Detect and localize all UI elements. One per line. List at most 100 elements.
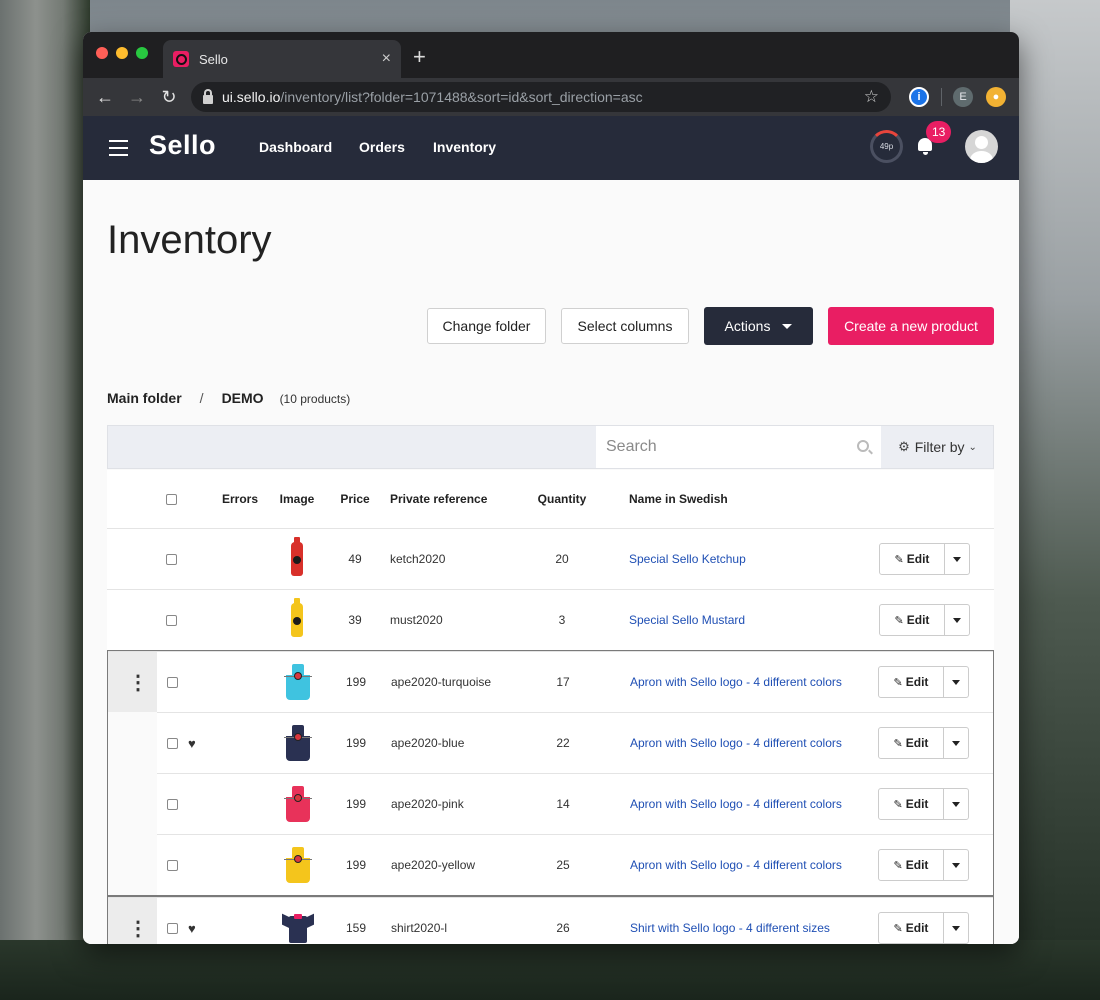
nav-dashboard[interactable]: Dashboard	[259, 139, 332, 155]
edit-button[interactable]: ✎ Edit	[879, 667, 944, 697]
row-checkbox[interactable]	[166, 590, 180, 650]
variant-group: ⋮ ♥ 159 shirt2020-l 26 Shirt with Sello …	[107, 896, 994, 944]
actions-label: Actions	[724, 318, 771, 334]
quantity: 3	[558, 613, 566, 627]
edit-dropdown-toggle[interactable]	[944, 789, 968, 819]
nav-inventory[interactable]: Inventory	[433, 139, 496, 155]
row-checkbox[interactable]	[167, 652, 181, 712]
browser-tab[interactable]: Sello ×	[163, 40, 401, 78]
actions-dropdown-button[interactable]: Actions	[704, 307, 813, 345]
group-menu-dots-icon[interactable]: ⋮	[128, 898, 148, 944]
row-checkbox[interactable]	[167, 774, 178, 834]
row-checkbox[interactable]	[166, 529, 180, 589]
product-image[interactable]	[280, 835, 316, 895]
private-reference: ape2020-blue	[391, 736, 465, 750]
edit-button-group: ✎ Edit	[879, 543, 970, 575]
edit-button[interactable]: ✎ Edit	[879, 850, 944, 880]
edit-dropdown-toggle[interactable]	[945, 544, 969, 574]
edit-button[interactable]: ✎ Edit	[880, 544, 945, 574]
edit-button[interactable]: ✎ Edit	[879, 913, 944, 943]
price: 199	[345, 675, 367, 689]
nav-orders[interactable]: Orders	[359, 139, 405, 155]
product-name-link[interactable]: Apron with Sello logo - 4 different colo…	[630, 797, 842, 811]
product-image[interactable]	[279, 529, 315, 589]
breadcrumb-main-folder[interactable]: Main folder	[107, 390, 182, 406]
ketchup-bottle-icon	[291, 537, 303, 576]
row-checkbox[interactable]	[167, 898, 181, 944]
product-name-link[interactable]: Special Sello Ketchup	[629, 552, 746, 566]
close-tab-icon[interactable]: ×	[382, 50, 391, 68]
row-checkbox[interactable]	[167, 835, 178, 895]
product-image[interactable]	[280, 652, 316, 712]
browser-tab-bar: Sello × +	[83, 32, 1019, 78]
product-name-link[interactable]: Special Sello Mustard	[629, 613, 745, 627]
column-header-name-swedish[interactable]: Name in Swedish	[629, 470, 728, 528]
new-tab-icon[interactable]: +	[413, 44, 426, 70]
notification-count-badge: 13	[926, 121, 952, 143]
column-header-private-reference[interactable]: Private reference	[390, 470, 487, 528]
address-bar[interactable]: ui.sello.io /inventory/list?folder=10714…	[191, 82, 891, 112]
edit-button[interactable]: ✎ Edit	[880, 605, 945, 635]
price: 199	[345, 858, 367, 872]
edit-button[interactable]: ✎ Edit	[879, 789, 944, 819]
browser-toolbar: ← → ↻ ui.sello.io /inventory/list?folder…	[83, 78, 1019, 116]
variant-group: ⋮ 199 ape2020-turquoise 17 Apron with Se…	[107, 650, 994, 896]
edit-dropdown-toggle[interactable]	[944, 667, 968, 697]
back-arrow-icon[interactable]: ←	[89, 87, 121, 108]
private-reference: must2020	[390, 613, 443, 627]
close-window-button[interactable]	[96, 47, 108, 59]
edit-dropdown-toggle[interactable]	[944, 913, 968, 943]
change-folder-button[interactable]: Change folder	[427, 308, 546, 344]
product-name-link[interactable]: Apron with Sello logo - 4 different colo…	[630, 736, 842, 750]
edit-dropdown-toggle[interactable]	[944, 728, 968, 758]
private-reference: shirt2020-l	[391, 921, 448, 935]
apron-turquoise-icon	[284, 664, 312, 700]
table-row: 199 ape2020-yellow 25 Apron with Sello l…	[157, 834, 993, 895]
minimize-window-button[interactable]	[116, 47, 128, 59]
group-menu-dots-icon[interactable]: ⋮	[128, 652, 148, 712]
edit-dropdown-toggle[interactable]	[944, 850, 968, 880]
product-image[interactable]	[280, 713, 316, 773]
column-header-quantity[interactable]: Quantity	[532, 470, 592, 528]
select-all-checkbox[interactable]	[166, 470, 180, 528]
price: 39	[348, 613, 362, 627]
main-variant-heart-icon: ♥	[188, 735, 196, 751]
user-avatar[interactable]	[965, 130, 998, 163]
password-manager-extension-icon[interactable]: i	[909, 87, 929, 107]
edit-button-group: ✎ Edit	[878, 727, 969, 759]
profile-avatar[interactable]: E	[953, 87, 973, 107]
edit-dropdown-toggle[interactable]	[945, 605, 969, 635]
private-reference: ape2020-turquoise	[391, 675, 492, 689]
column-header-price[interactable]: Price	[335, 470, 375, 528]
product-image[interactable]	[280, 774, 316, 834]
extension-icon[interactable]: ●	[986, 87, 1006, 107]
edit-button-group: ✎ Edit	[878, 849, 969, 881]
usage-gauge[interactable]: 49p	[870, 130, 903, 163]
menu-hamburger-icon[interactable]	[109, 140, 128, 161]
search-input[interactable]: Search	[596, 426, 881, 468]
sello-logo[interactable]: Sello	[149, 130, 216, 161]
product-name-link[interactable]: Apron with Sello logo - 4 different colo…	[630, 858, 842, 872]
breadcrumb-current-folder[interactable]: DEMO	[222, 390, 264, 406]
select-columns-button[interactable]: Select columns	[561, 308, 689, 344]
column-header-image[interactable]: Image	[279, 470, 315, 528]
row-checkbox[interactable]	[167, 713, 178, 773]
quantity: 25	[556, 858, 570, 872]
column-header-errors[interactable]: Errors	[222, 470, 258, 528]
product-image[interactable]	[280, 898, 316, 944]
edit-button[interactable]: ✎ Edit	[879, 728, 944, 758]
bookmark-star-icon[interactable]: ☆	[864, 87, 879, 107]
filter-by-button[interactable]: ⚙ Filter by ⌄	[881, 426, 994, 468]
window-controls	[96, 47, 148, 59]
desktop-background-right	[1010, 0, 1100, 1000]
edit-label: Edit	[905, 921, 929, 935]
create-product-button[interactable]: Create a new product	[828, 307, 994, 345]
product-name-link[interactable]: Shirt with Sello logo - 4 different size…	[630, 921, 830, 935]
maximize-window-button[interactable]	[136, 47, 148, 59]
reload-icon[interactable]: ↻	[153, 87, 185, 108]
forward-arrow-icon[interactable]: →	[121, 87, 153, 108]
product-name-link[interactable]: Apron with Sello logo - 4 different colo…	[630, 675, 842, 689]
price: 159	[345, 921, 367, 935]
product-image[interactable]	[279, 590, 315, 650]
table-row: ⋮ 199 ape2020-turquoise 17 Apron with Se…	[108, 651, 993, 712]
